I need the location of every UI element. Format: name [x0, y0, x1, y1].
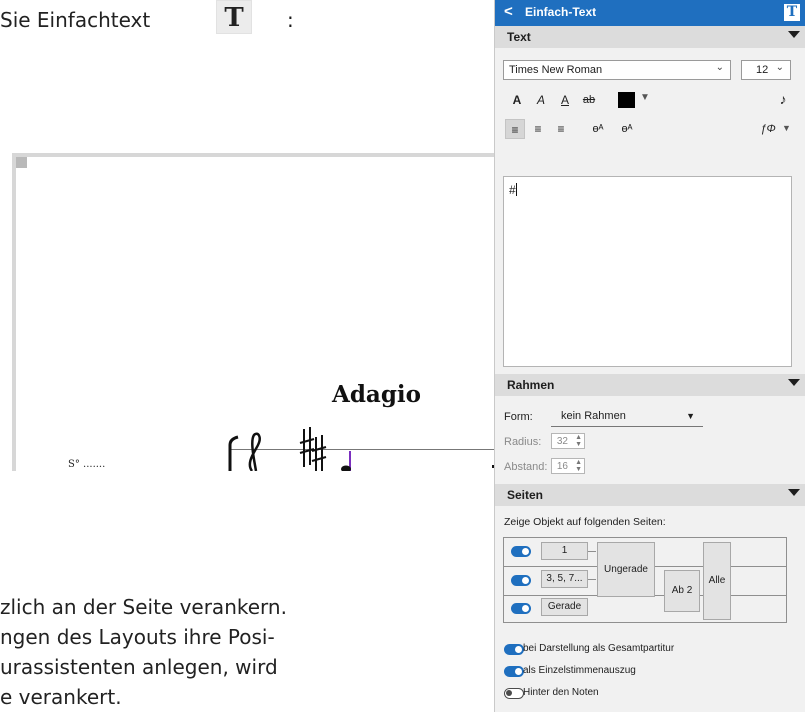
music-symbol-button[interactable]: ♪ — [773, 89, 793, 109]
doc-text-line: Sie Einfachtext — [0, 8, 151, 32]
inspector-panel: < Einfach-Text T Text Times New Roman ⌄ … — [494, 0, 805, 712]
abstand-value: 16 — [556, 461, 568, 472]
option-label: Hinter den Noten — [523, 687, 599, 698]
section-title: Seiten — [507, 488, 544, 502]
strikethrough-button[interactable]: ab — [579, 90, 599, 110]
tempo-marking: Adagio — [332, 381, 421, 408]
radius-label: Radius: — [504, 436, 542, 448]
connector — [588, 551, 596, 552]
even-pages-button[interactable]: Gerade — [541, 598, 588, 616]
toggle-page-odd[interactable] — [511, 575, 531, 586]
abstand-label: Abstand: — [504, 461, 548, 473]
option-label: bei Darstellung als Gesamtpartitur — [523, 643, 675, 654]
toggle-hinter-noten[interactable] — [504, 688, 524, 699]
italic-button[interactable]: A — [531, 90, 551, 110]
collapse-caret-icon — [788, 379, 800, 386]
odd-pages-list-button[interactable]: 3, 5, 7... — [541, 570, 588, 588]
alle-button[interactable]: Alle — [703, 542, 731, 620]
ab2-button[interactable]: Ab 2 — [664, 570, 700, 612]
doc-text-line: ngen des Layouts ihre Posi- — [0, 625, 275, 649]
note-icon — [341, 451, 351, 471]
radius-stepper[interactable]: 32 ▲ ▼ — [551, 433, 585, 449]
underline-button[interactable]: A — [555, 90, 575, 110]
toggle-page-1[interactable] — [511, 546, 531, 557]
text-content-value: # — [509, 183, 517, 197]
treble-clef-icon — [248, 432, 261, 471]
align-center-button[interactable]: ≡ — [528, 119, 548, 139]
text-tool-icon: T — [216, 0, 252, 34]
page-edge-left — [12, 153, 16, 471]
superscript-button[interactable]: ɵᴬ — [617, 119, 637, 139]
option-label: als Einzelstimmenauszug — [523, 665, 636, 676]
text-object-icon: T — [784, 4, 800, 21]
sharp-icon — [299, 427, 315, 467]
align-right-button[interactable]: ≡ — [551, 119, 571, 139]
sharp-icon — [311, 435, 327, 471]
function-button[interactable]: ƒΦ — [757, 119, 779, 139]
toggle-page-even[interactable] — [511, 603, 531, 614]
bold-button[interactable]: A — [507, 90, 527, 110]
function-dropdown-icon[interactable]: ▼ — [782, 123, 791, 133]
text-cursor — [515, 183, 517, 196]
section-seiten-header[interactable]: Seiten — [495, 484, 805, 506]
font-family-select[interactable]: Times New Roman ⌄ — [503, 60, 731, 80]
stepper-arrows-icon[interactable]: ▲ ▼ — [575, 434, 582, 448]
form-select[interactable]: kein Rahmen ▼ — [551, 408, 703, 426]
page-edge-top — [12, 153, 494, 157]
text-value: # — [509, 183, 516, 197]
collapse-caret-icon — [788, 489, 800, 496]
connector — [588, 579, 596, 580]
abstand-stepper[interactable]: 16 ▲ ▼ — [551, 458, 585, 474]
align-left-button[interactable]: ≡ — [505, 119, 525, 139]
chevron-down-icon: ⌄ — [775, 62, 784, 73]
dropdown-caret-icon: ▼ — [686, 411, 695, 421]
back-icon[interactable]: < — [504, 3, 513, 20]
font-size-value: 12 — [756, 64, 769, 76]
bracket-icon — [228, 435, 239, 471]
subscript-button[interactable]: ɵᴬ — [588, 119, 608, 139]
pages-grid: 1 3, 5, 7... Gerade Ungerade Ab 2 Alle — [503, 537, 787, 623]
font-family-value: Times New Roman — [509, 64, 603, 76]
panel-titlebar: < Einfach-Text T — [495, 0, 805, 26]
color-dropdown-icon[interactable]: ▼ — [640, 92, 650, 103]
radius-value: 32 — [556, 436, 568, 447]
doc-text-line: e verankert. — [0, 685, 122, 709]
section-title: Rahmen — [507, 378, 555, 392]
text-color-swatch[interactable] — [618, 92, 635, 108]
toggle-einzelstimme[interactable] — [504, 666, 524, 677]
section-text-header[interactable]: Text — [495, 26, 805, 48]
score-preview: Adagio S° ....... — [12, 153, 494, 471]
page-1-button[interactable]: 1 — [541, 542, 588, 560]
font-size-select[interactable]: 12 ⌄ — [741, 60, 791, 80]
doc-text-line: urassistenten anlegen, wird — [0, 655, 278, 679]
section-rahmen-header[interactable]: Rahmen — [495, 374, 805, 396]
ungerade-button[interactable]: Ungerade — [597, 542, 655, 597]
form-underline — [551, 426, 703, 427]
doc-colon: : — [287, 8, 294, 32]
form-value: kein Rahmen — [561, 410, 626, 422]
form-label: Form: — [504, 411, 533, 423]
toggle-gesamtpartitur[interactable] — [504, 644, 524, 655]
collapse-caret-icon — [788, 31, 800, 38]
pages-heading: Zeige Objekt auf folgenden Seiten: — [504, 516, 666, 528]
staff-label: S° ....... — [68, 459, 106, 470]
doc-text-line: zlich an der Seite verankern. — [0, 595, 287, 619]
score-symbols — [228, 427, 494, 471]
section-title: Text — [507, 30, 531, 44]
text-content-field[interactable]: # — [503, 176, 792, 367]
page-corner-handle — [16, 157, 27, 168]
panel-title: Einfach-Text — [525, 5, 597, 19]
stepper-arrows-icon[interactable]: ▲ ▼ — [575, 459, 582, 473]
chevron-down-icon: ⌄ — [715, 62, 724, 73]
